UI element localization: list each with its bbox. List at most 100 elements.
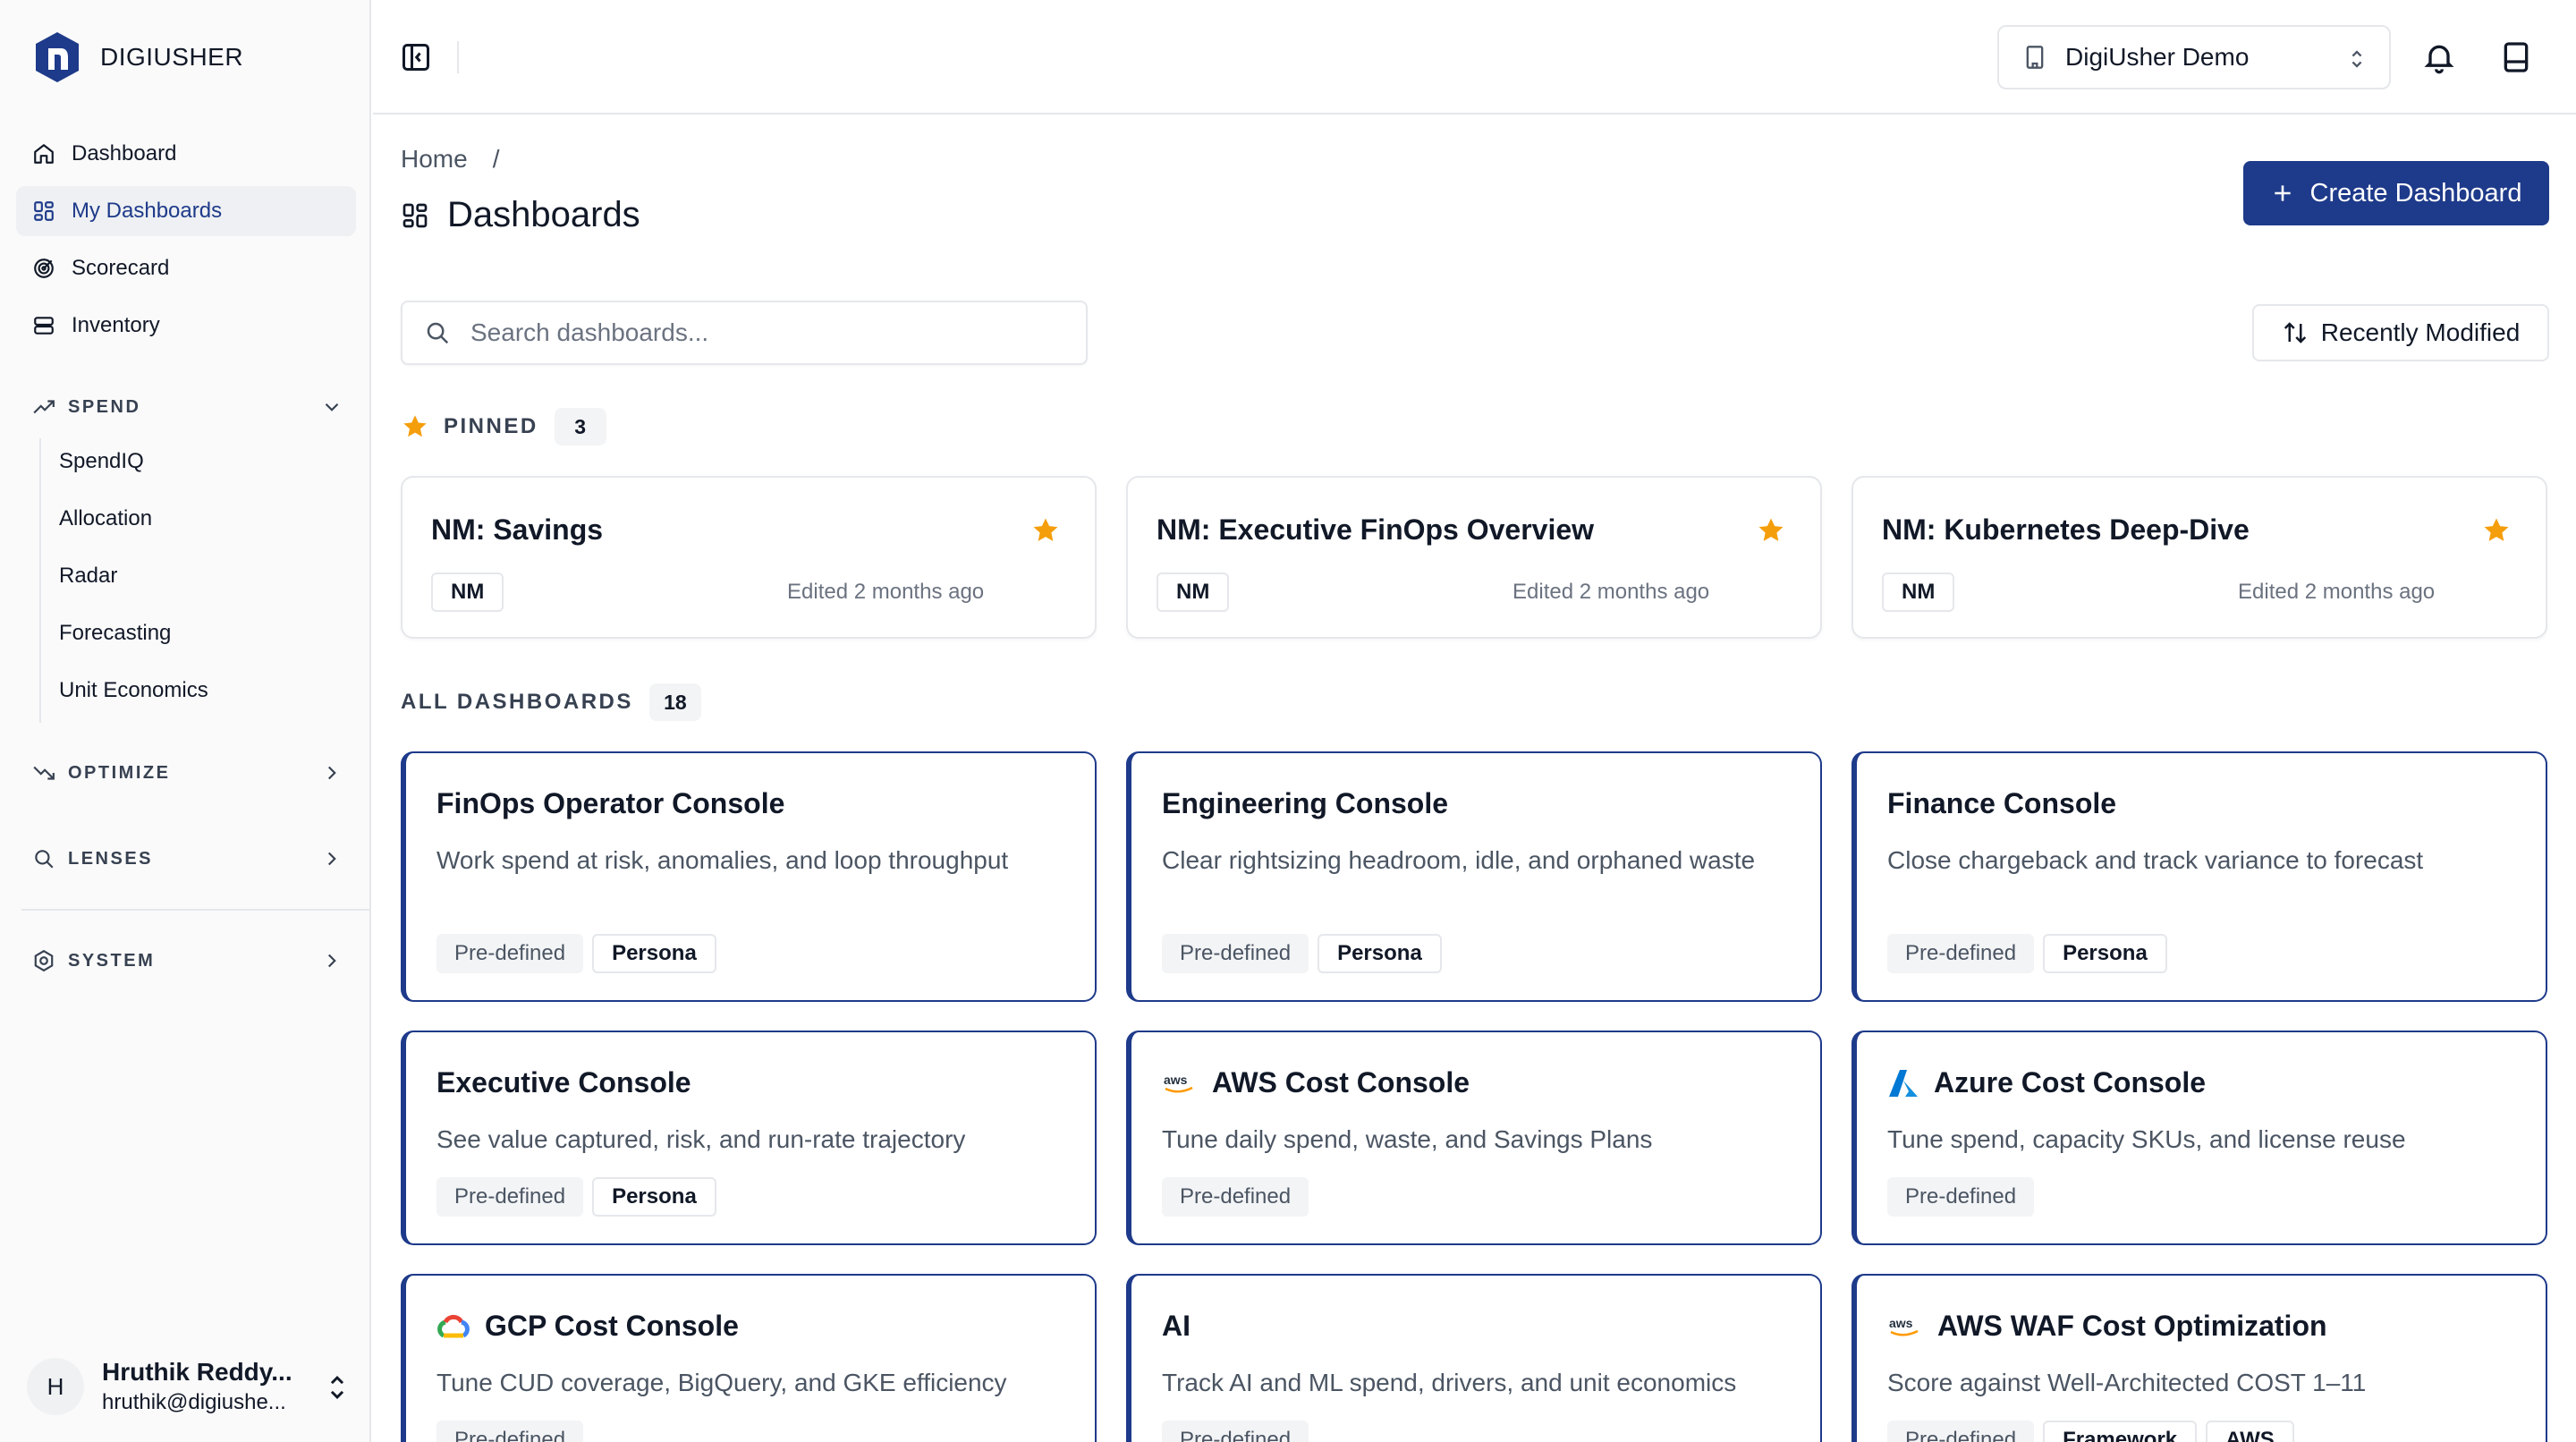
dashboard-card[interactable]: FinOps Operator Console Work spend at ri… (401, 751, 1097, 1002)
aws-logo-text: aws (1164, 1073, 1188, 1087)
sidebar-item-spendiq[interactable]: SpendIQ (45, 438, 349, 485)
topbar-separator (457, 41, 459, 73)
chevrons-up-down-icon (2351, 50, 2362, 68)
sidebar-item-allocation[interactable]: Allocation (45, 496, 349, 542)
chevron-down-icon (325, 403, 339, 411)
card-edited: Edited 2 months ago (2238, 580, 2436, 604)
card-tags: Pre-defined (1887, 1177, 2043, 1217)
card-tags: Pre-defined Persona (436, 934, 725, 973)
section-label: OPTIMIZE (68, 762, 171, 783)
chevron-right-icon (327, 954, 336, 968)
card-title: aws AWS Cost Console (1162, 1066, 1470, 1099)
settings-icon (30, 947, 57, 974)
panel-icon[interactable] (2498, 39, 2534, 75)
aws-logo-text: aws (1889, 1316, 1913, 1330)
chevron-right-icon (327, 852, 336, 866)
sidebar-toggle-icon[interactable] (400, 41, 432, 73)
aws-logo-icon: aws (1887, 1313, 1923, 1340)
azure-logo-icon (1887, 1068, 1919, 1098)
card-title: AI (1162, 1310, 1191, 1343)
card-tags: Pre-defined (1162, 1421, 1318, 1442)
card-title: Executive Console (436, 1066, 691, 1099)
plus-icon (2274, 185, 2291, 201)
aws-logo-icon: aws (1162, 1070, 1198, 1097)
tag-predefined: Pre-defined (436, 1421, 584, 1442)
search-input[interactable] (470, 318, 1043, 347)
sidebar-item-dashboard[interactable]: Dashboard (16, 129, 356, 179)
sort-button[interactable]: Recently Modified (2252, 304, 2549, 361)
digiusher-logo-icon (36, 32, 79, 82)
card-title: Finance Console (1887, 787, 2116, 820)
database-icon (30, 312, 57, 339)
section-system[interactable]: SYSTEM (16, 938, 356, 983)
brand[interactable]: DIGIUSHER (34, 29, 243, 86)
card-title-text: Executive Console (436, 1066, 691, 1098)
sidebar-item-label: My Dashboards (72, 199, 223, 223)
breadcrumb-home[interactable]: Home (401, 145, 468, 174)
star-icon[interactable] (1756, 515, 1786, 546)
dashboard-card[interactable]: AI Track AI and ML spend, drivers, and u… (1126, 1274, 1822, 1442)
star-icon[interactable] (1030, 515, 1061, 546)
star-icon[interactable] (2481, 515, 2512, 546)
dashboard-card[interactable]: Engineering Console Clear rightsizing he… (1126, 751, 1822, 1002)
dashboard-card[interactable]: Finance Console Close chargeback and tra… (1852, 751, 2547, 1002)
pinned-card[interactable]: NM: Savings NM Edited 2 months ago (401, 476, 1097, 639)
tag-framework: Framework (2043, 1421, 2198, 1442)
pinned-card[interactable]: NM: Kubernetes Deep-Dive NM Edited 2 mon… (1852, 476, 2547, 639)
sidebar-item-radar[interactable]: Radar (45, 553, 349, 599)
tag-predefined: Pre-defined (1162, 1177, 1309, 1217)
org-name: DigiUsher Demo (2065, 43, 2250, 71)
user-email: hruthik@digiushe... (102, 1390, 286, 1414)
search-box (401, 301, 1088, 365)
section-label: LENSES (68, 848, 154, 869)
sort-label: Recently Modified (2320, 318, 2521, 346)
sidebar-item-forecasting[interactable]: Forecasting (45, 610, 349, 657)
dashboard-card[interactable]: GCP Cost Console Tune CUD coverage, BigQ… (401, 1274, 1097, 1442)
target-icon (30, 255, 57, 282)
sidebar-item-scorecard[interactable]: Scorecard (16, 243, 356, 293)
card-tag: NM (1157, 573, 1230, 612)
card-title: NM: Executive FinOps Overview (1157, 513, 1595, 546)
section-label: SYSTEM (68, 950, 156, 971)
card-description: Clear rightsizing headroom, idle, and or… (1162, 846, 1756, 874)
section-lenses[interactable]: LENSES (16, 836, 356, 881)
pinned-card[interactable]: NM: Executive FinOps Overview NM Edited … (1126, 476, 1822, 639)
dashboard-card[interactable]: aws AWS Cost Console Tune daily spend, w… (1126, 1031, 1822, 1245)
sidebar-item-unit-economics[interactable]: Unit Economics (45, 667, 349, 714)
sidebar-item-my-dashboards[interactable]: My Dashboards (16, 186, 356, 236)
user-info: Hruthik Reddy... hruthik@digiushe... (102, 1358, 313, 1415)
gcp-logo-icon (436, 1312, 470, 1341)
card-title-text: FinOps Operator Console (436, 787, 785, 819)
create-dashboard-button[interactable]: Create Dashboard (2243, 161, 2549, 225)
sidebar-item-inventory[interactable]: Inventory (16, 301, 356, 351)
pinned-header: PINNED 3 (401, 408, 606, 445)
tag-persona: Persona (2043, 934, 2167, 973)
pinned-count: 3 (554, 408, 606, 445)
subnav-line (39, 438, 41, 723)
card-title-text: GCP Cost Console (485, 1310, 739, 1342)
dashboard-card[interactable]: aws AWS WAF Cost Optimization Score agai… (1852, 1274, 2547, 1442)
org-selector[interactable]: DigiUsher Demo (1997, 25, 2391, 89)
bell-icon[interactable] (2421, 39, 2457, 75)
card-title-text: AWS Cost Console (1212, 1066, 1470, 1098)
dashboard-card[interactable]: Azure Cost Console Tune spend, capacity … (1852, 1031, 2547, 1245)
card-tags: Pre-defined Persona (436, 1177, 725, 1217)
card-title-text: Engineering Console (1162, 787, 1449, 819)
card-tags: Pre-defined Persona (1162, 934, 1451, 973)
card-title-text: Azure Cost Console (1934, 1066, 2207, 1098)
card-title-text: AWS WAF Cost Optimization (1937, 1310, 2327, 1342)
card-tags: Pre-defined Persona (1887, 934, 2176, 973)
user-name: Hruthik Reddy... (102, 1358, 292, 1386)
user-menu[interactable]: H Hruthik Reddy... hruthik@digiushe... (27, 1353, 358, 1421)
dashboard-card[interactable]: Executive Console See value captured, ri… (401, 1031, 1097, 1245)
tag-predefined: Pre-defined (1887, 1177, 2035, 1217)
card-tag: NM (1882, 573, 1955, 612)
building-icon (2026, 46, 2044, 69)
card-title-text: AI (1162, 1310, 1191, 1342)
card-title-text: Finance Console (1887, 787, 2117, 819)
section-spend[interactable]: SPEND (16, 385, 356, 429)
star-icon (403, 415, 427, 437)
sub-item-label: Allocation (59, 506, 153, 530)
section-optimize[interactable]: OPTIMIZE (16, 751, 356, 795)
sidebar-item-label: Dashboard (72, 141, 177, 165)
